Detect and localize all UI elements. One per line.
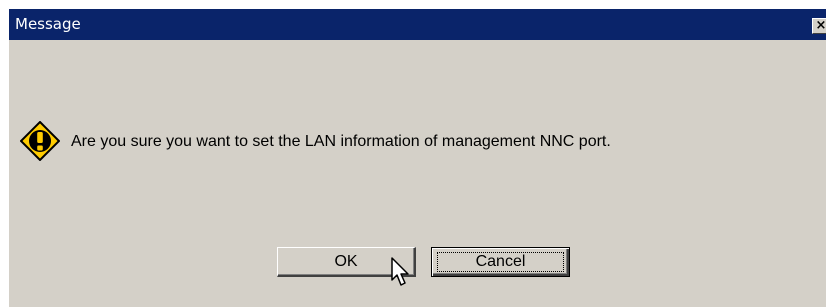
close-button[interactable]: × [812,18,826,34]
cancel-button[interactable]: Cancel [431,247,570,277]
cancel-button-label: Cancel [475,253,526,270]
dialog-title: Message [15,15,81,33]
ok-button-label: OK [334,253,358,270]
message-dialog: Message × Are you sure you want to set t… [8,8,826,307]
warning-icon [20,121,60,161]
mouse-cursor-icon [391,257,409,286]
message-text: Are you sure you want to set the LAN inf… [71,133,611,150]
title-bar[interactable]: Message × [9,9,826,40]
